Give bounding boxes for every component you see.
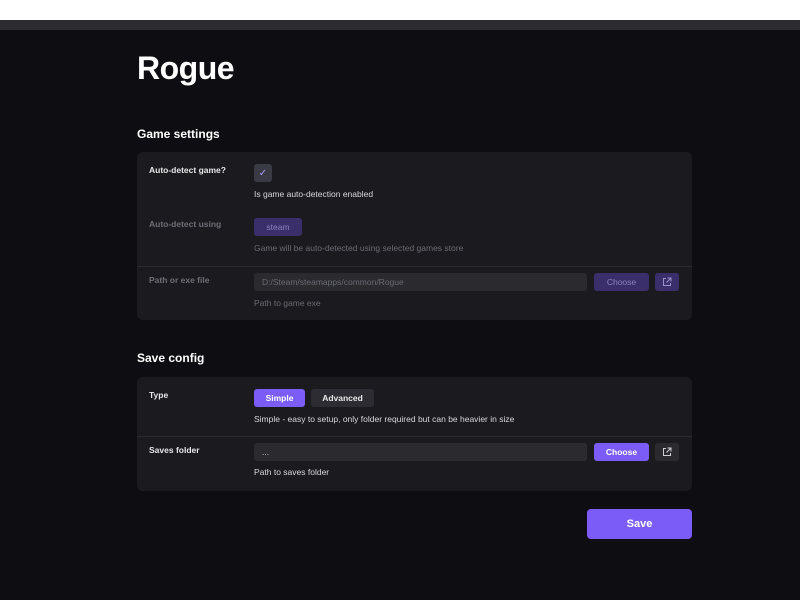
saves-folder-description: Path to saves folder (254, 467, 330, 477)
path-open-button[interactable] (655, 273, 679, 291)
saves-folder-row: Saves folder ... Choose Path to saves fo… (137, 436, 692, 491)
path-label: Path or exe file (149, 275, 210, 285)
path-input[interactable]: D:/Steam/steamapps/common/Rogue (254, 273, 587, 291)
browser-top-strip (0, 0, 800, 20)
type-row: Type Simple Advanced Simple - easy to se… (137, 377, 692, 435)
type-label: Type (149, 390, 169, 400)
external-link-icon (663, 447, 672, 456)
type-option-simple[interactable]: Simple (254, 389, 305, 407)
header-bar (0, 20, 800, 30)
saves-folder-choose-button[interactable]: Choose (594, 443, 649, 461)
path-choose-button[interactable]: Choose (594, 273, 649, 291)
page-title: Rogue (137, 50, 235, 86)
auto-detect-using-description: Game will be auto-detected using selecte… (254, 243, 464, 253)
auto-detect-label: Auto-detect game? (149, 165, 226, 175)
store-select-steam[interactable]: steam (254, 218, 302, 236)
save-config-title: Save config (137, 351, 205, 365)
saves-folder-open-button[interactable] (655, 443, 679, 461)
check-icon: ✓ (258, 167, 268, 179)
auto-detect-using-label: Auto-detect using (149, 219, 222, 229)
save-button[interactable]: Save (587, 509, 692, 539)
path-row: Path or exe file D:/Steam/steamapps/comm… (137, 266, 692, 320)
auto-detect-row: Auto-detect game? ✓ Is game auto-detecti… (137, 152, 692, 206)
type-description: Simple - easy to setup, only folder requ… (254, 414, 515, 424)
game-settings-card: Auto-detect game? ✓ Is game auto-detecti… (137, 152, 692, 320)
saves-folder-input[interactable]: ... (254, 443, 587, 461)
path-description: Path to game exe (254, 298, 321, 308)
auto-detect-description: Is game auto-detection enabled (254, 189, 374, 199)
saves-folder-label: Saves folder (149, 445, 200, 455)
auto-detect-checkbox[interactable]: ✓ (254, 164, 272, 182)
save-config-card: Type Simple Advanced Simple - easy to se… (137, 377, 692, 491)
external-link-icon (663, 277, 672, 286)
auto-detect-using-row: Auto-detect using steam Game will be aut… (137, 206, 692, 262)
game-settings-title: Game settings (137, 127, 220, 141)
type-option-advanced[interactable]: Advanced (311, 389, 374, 407)
